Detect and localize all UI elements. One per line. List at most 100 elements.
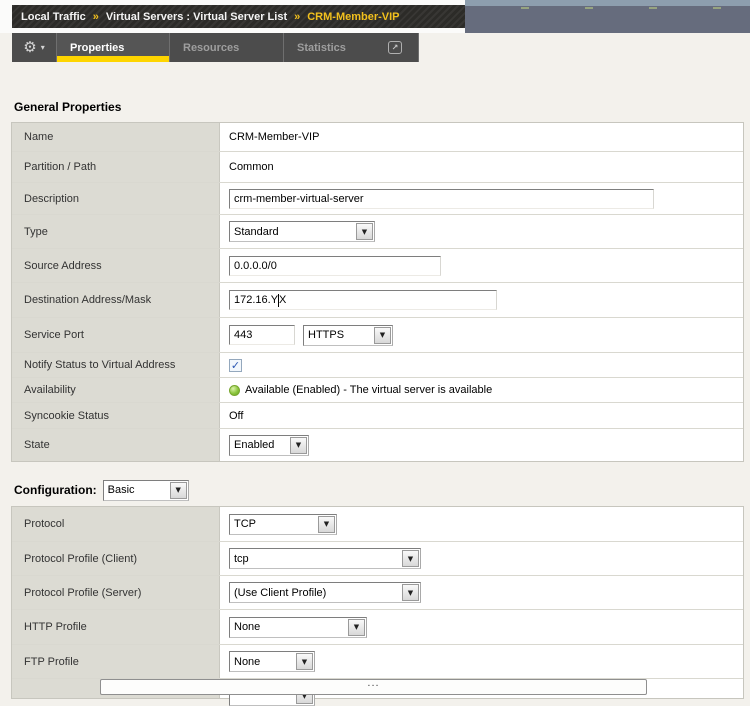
dropdown-arrow-icon: ▼ (170, 482, 187, 499)
syncookie-status-value: Off (229, 410, 243, 422)
property-row: Protocol Profile (Client) tcp▼ (12, 541, 743, 575)
protocol-select[interactable]: TCP▼ (229, 514, 337, 535)
type-select[interactable]: Standard▼ (229, 221, 375, 242)
configuration-label: Configuration: (14, 483, 97, 497)
protocol-profile-client-select[interactable]: tcp▼ (229, 548, 421, 569)
source-address-input[interactable]: 0.0.0.0/0 (229, 256, 441, 276)
active-tab-indicator (57, 56, 169, 62)
notify-status-checkbox[interactable]: ✓ (229, 359, 242, 372)
property-row: Service Port 443 HTTPS▼ (12, 317, 743, 352)
tab-properties[interactable]: Properties (57, 33, 170, 62)
protocol-profile-server-select[interactable]: (Use Client Profile)▼ (229, 582, 421, 603)
bottom-overlay-handle[interactable]: ... (100, 679, 647, 695)
dropdown-arrow-icon: ▼ (374, 327, 391, 344)
property-label: HTTP Profile (12, 610, 220, 644)
configuration-level-select[interactable]: Basic▼ (103, 480, 189, 501)
property-value: None▼ (220, 610, 743, 644)
destination-address-input[interactable]: 172.16.YX (229, 290, 497, 310)
property-value: 0.0.0.0/0 (220, 249, 743, 282)
property-label: Protocol (12, 507, 220, 541)
property-value: Enabled▼ (220, 429, 743, 461)
property-label: Syncookie Status (12, 403, 220, 428)
dropdown-arrow-icon: ▼ (296, 653, 313, 670)
configuration-level-slot: Basic▼ (103, 480, 189, 501)
property-label: Availability (12, 378, 220, 402)
dropdown-arrow-icon: ▼ (348, 619, 365, 636)
state-select[interactable]: Enabled▼ (229, 435, 309, 456)
property-label: State (12, 429, 220, 461)
property-row: Protocol Profile (Server) (Use Client Pro… (12, 575, 743, 609)
property-value: TCP▼ (220, 507, 743, 541)
overlay-ellipsis: ... (367, 680, 379, 694)
dropdown-arrow-icon: ▼ (356, 223, 373, 240)
property-value: 172.16.YX (220, 283, 743, 317)
property-row: FTP Profile None▼ (12, 644, 743, 678)
tab-label: Statistics (297, 42, 346, 54)
service-port-group: 443 HTTPS▼ (229, 325, 393, 346)
breadcrumb: Local Traffic » Virtual Servers : Virtua… (12, 5, 465, 28)
property-label: Name (12, 123, 220, 151)
breadcrumb-item-current: CRM-Member-VIP (307, 11, 399, 23)
property-value: crm-member-virtual-server (220, 183, 743, 214)
tab-statistics[interactable]: Statistics ↗ (284, 33, 419, 62)
breadcrumb-separator-icon: » (294, 11, 300, 23)
property-value: Standard▼ (220, 215, 743, 248)
dropdown-arrow-icon: ▼ (290, 437, 307, 454)
property-row: Descriptioncrm-member-virtual-server (12, 182, 743, 214)
dropdown-arrow-icon: ▼ (402, 584, 419, 601)
property-label: Notify Status to Virtual Address (12, 353, 220, 377)
description-input[interactable]: crm-member-virtual-server (229, 189, 654, 209)
ftp-profile-select[interactable]: None▼ (229, 651, 315, 672)
dropdown-arrow-icon: ▼ (318, 516, 335, 533)
tab-label: Resources (183, 42, 239, 54)
property-value: Off (220, 403, 743, 428)
property-row: Protocol TCP▼ (12, 507, 743, 541)
property-label: Partition / Path (12, 152, 220, 182)
open-in-new-icon: ↗ (388, 41, 402, 54)
property-row: Partition / PathCommon (12, 151, 743, 182)
tab-label: Properties (70, 42, 124, 54)
general-properties-table: Name CRM-Member-VIP Partition / PathCommon… (11, 122, 744, 462)
tab-menu-button[interactable]: ⚙ ▾ (12, 33, 57, 62)
tab-resources[interactable]: Resources (170, 33, 284, 62)
property-row: Availability Available (Enabled) - The vi… (12, 377, 743, 402)
property-label: FTP Profile (12, 645, 220, 678)
property-value: (Use Client Profile)▼ (220, 576, 743, 609)
property-row: Destination Address/Mask 172.16.YX (12, 282, 743, 317)
breadcrumb-item-virtual-server-list[interactable]: Virtual Servers : Virtual Server List (106, 11, 287, 23)
property-row: Source Address 0.0.0.0/0 (12, 248, 743, 282)
name-value: CRM-Member-VIP (229, 131, 319, 143)
property-label: Protocol Profile (Client) (12, 542, 220, 575)
property-value: Common (220, 152, 743, 182)
property-row: State Enabled▼ (12, 428, 743, 461)
availability-status: Available (Enabled) - The virtual server… (229, 384, 492, 396)
chevron-down-icon: ▾ (41, 43, 45, 52)
status-available-icon (229, 385, 240, 396)
header-banner (465, 0, 750, 33)
property-row: Type Standard▼ (12, 214, 743, 248)
property-label: Protocol Profile (Server) (12, 576, 220, 609)
property-value: Available (Enabled) - The virtual server… (220, 378, 743, 402)
configuration-table: Protocol TCP▼ Protocol Profile (Client) tcp… (11, 506, 744, 699)
dropdown-arrow-icon: ▼ (402, 550, 419, 567)
property-value: ✓ (220, 353, 743, 377)
property-label: Destination Address/Mask (12, 283, 220, 317)
property-label: Source Address (12, 249, 220, 282)
gear-icon: ⚙ (23, 40, 36, 55)
http-profile-select[interactable]: None▼ (229, 617, 367, 638)
property-value: None▼ (220, 645, 743, 678)
property-label: Type (12, 215, 220, 248)
property-value: tcp▼ (220, 542, 743, 575)
tab-bar: ⚙ ▾ Properties Resources Statistics ↗ (12, 33, 419, 62)
general-properties-heading: General Properties (14, 100, 121, 114)
page-header: Local Traffic » Virtual Servers : Virtua… (0, 0, 750, 33)
property-row: Notify Status to Virtual Address ✓ (12, 352, 743, 377)
breadcrumb-item-local-traffic[interactable]: Local Traffic (21, 11, 86, 23)
property-label: Service Port (12, 318, 220, 352)
property-row: Name CRM-Member-VIP (12, 123, 743, 151)
configuration-level-row: Configuration: Basic▼ (14, 479, 189, 501)
service-port-select[interactable]: HTTPS▼ (303, 325, 393, 346)
property-value: CRM-Member-VIP (220, 123, 743, 151)
breadcrumb-separator-icon: » (93, 11, 99, 23)
service-port-input[interactable]: 443 (229, 325, 295, 345)
